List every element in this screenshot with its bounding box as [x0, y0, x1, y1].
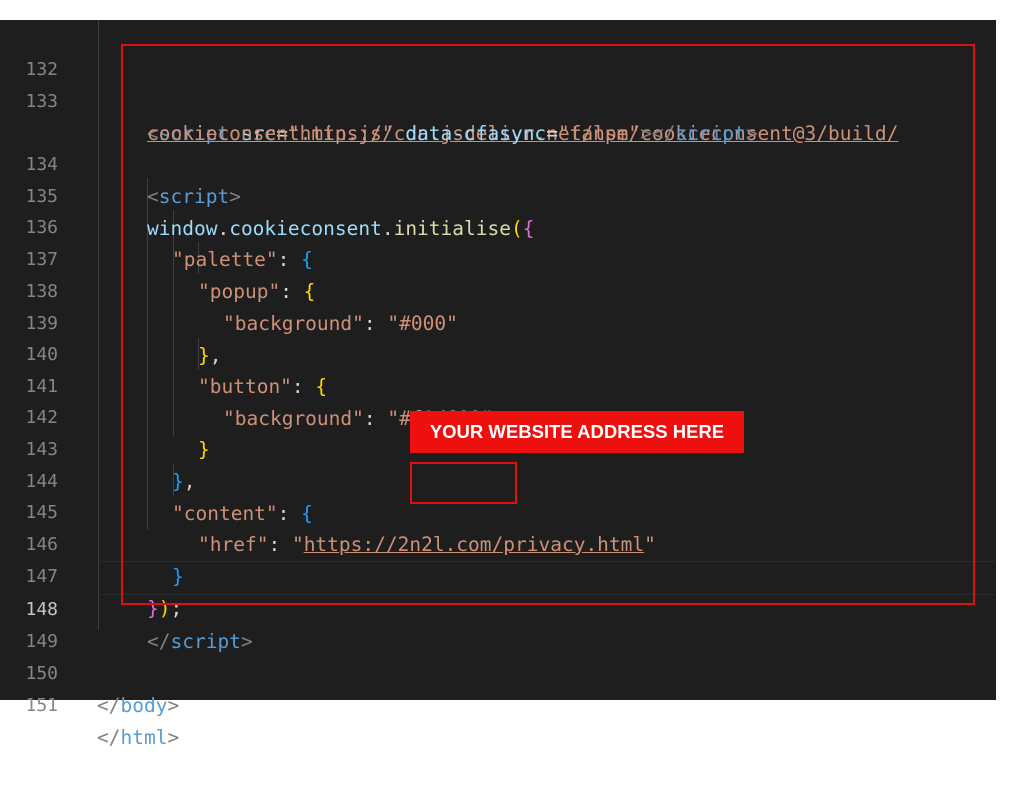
- website-address-callout: YOUR WEBSITE ADDRESS HERE: [410, 411, 744, 453]
- code-line[interactable]: 150 </body>: [0, 626, 996, 717]
- script-block-highlight-box: [121, 44, 975, 605]
- line-number: 151: [25, 695, 58, 716]
- code-line[interactable]: 151 </html>: [0, 658, 996, 749]
- domain-highlight-box: [410, 462, 517, 504]
- code-text: </html>: [97, 726, 180, 749]
- code-text: </body>: [97, 694, 180, 717]
